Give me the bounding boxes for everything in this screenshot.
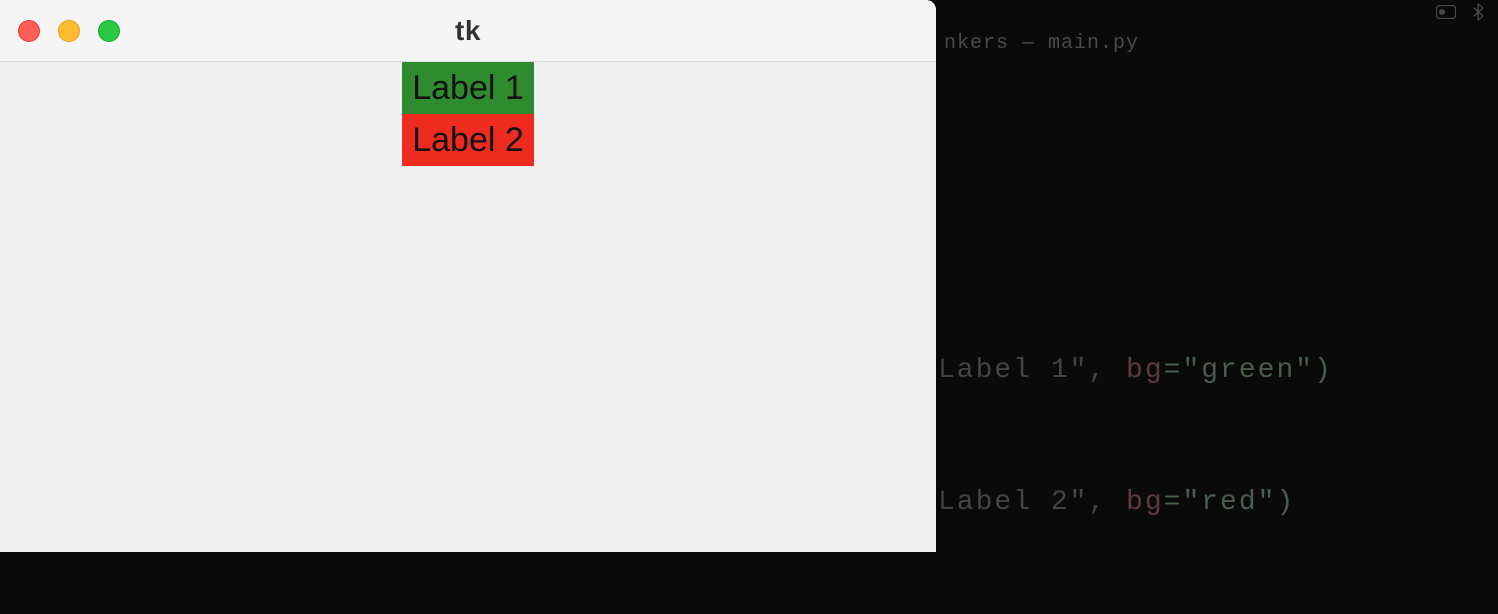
code-kwarg: bg: [1126, 355, 1164, 386]
control-center-icon[interactable]: [1436, 4, 1456, 20]
editor-tab-filename: nkers — main.py: [944, 32, 1139, 55]
code-string-fragment: ="red"): [1164, 487, 1296, 518]
macos-menubar-icons: [1436, 4, 1488, 20]
code-string-fragment: Label 1",: [938, 355, 1126, 386]
code-kwarg: bg: [1126, 487, 1164, 518]
maximize-button[interactable]: [98, 20, 120, 42]
code-string-fragment: Label 2",: [938, 487, 1126, 518]
code-editor-content[interactable]: Label 1", bg="green") Label 2", bg="red"…: [938, 350, 1333, 614]
tk-label-2: Label 2: [402, 114, 534, 166]
window-traffic-lights: [18, 20, 120, 42]
code-string-fragment: ="green"): [1164, 355, 1333, 386]
bluetooth-icon[interactable]: [1468, 4, 1488, 20]
window-titlebar[interactable]: tk: [0, 0, 936, 62]
close-button[interactable]: [18, 20, 40, 42]
code-line: Label 1", bg="green"): [938, 350, 1333, 392]
tk-window-body: Label 1 Label 2: [0, 62, 936, 552]
minimize-button[interactable]: [58, 20, 80, 42]
code-line: Label 2", bg="red"): [938, 482, 1333, 524]
background-editor-window: nkers — main.py Label 1", bg="green") La…: [936, 0, 1498, 552]
tk-label-1: Label 1: [402, 62, 534, 114]
tk-application-window: tk Label 1 Label 2: [0, 0, 936, 552]
window-title: tk: [455, 15, 481, 47]
